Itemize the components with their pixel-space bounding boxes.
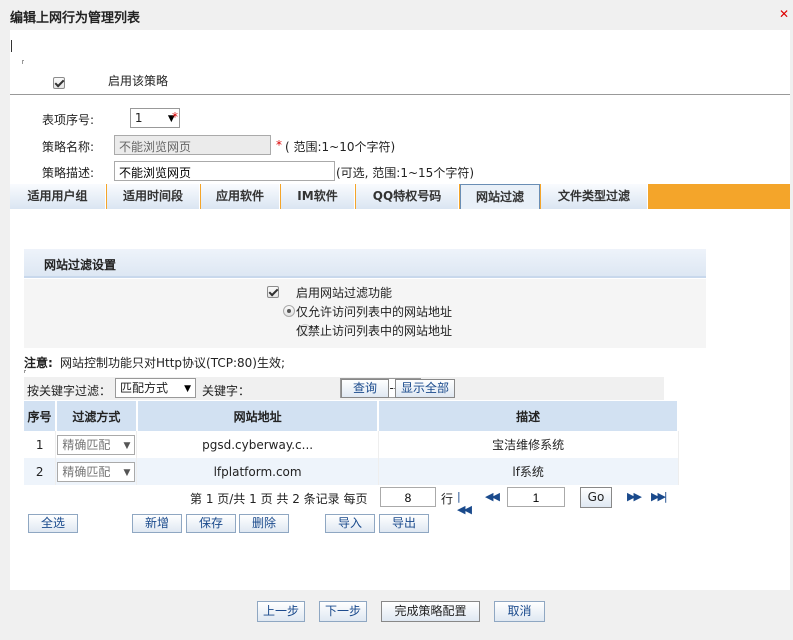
index-label: 表项序号:	[42, 113, 95, 127]
per-page-input[interactable]	[380, 487, 436, 507]
last-page-icon[interactable]: ▶▶|	[651, 490, 668, 503]
desc-hint: (可选, 范围:1~15个字符)	[336, 166, 474, 180]
row-mode-select[interactable]: 精确匹配 ▼	[57, 461, 136, 482]
enable-web-filter-label: 启用网站过滤功能	[296, 286, 393, 300]
chevron-down-icon: ▼	[184, 384, 191, 394]
pager-summary: 第 1 页/共 1 页 共 2 条记录 每页	[190, 492, 368, 506]
corner-mark	[24, 370, 26, 373]
index-value: 1	[134, 111, 143, 125]
tab-file-type-filter[interactable]: 文件类型过滤	[541, 184, 648, 209]
rows-unit: 行	[441, 492, 454, 506]
tab-app-software[interactable]: 应用软件	[201, 184, 280, 209]
select-all-button[interactable]: 全选	[28, 514, 78, 533]
note-text: 网站控制功能只对Http协议(TCP:80)生效;	[60, 356, 286, 370]
table-row[interactable]: 1 精确匹配 ▼ pgsd.cyberway.c... 宝洁维修系统	[24, 431, 679, 458]
next-step-button[interactable]: 下一步	[319, 601, 367, 622]
table-row[interactable]: 2 精确匹配 ▼ lfplatform.com lf系统	[24, 458, 679, 485]
row-url: lfplatform.com	[136, 458, 379, 485]
policy-desc-input[interactable]	[114, 161, 335, 181]
add-button[interactable]: 新增	[132, 514, 182, 533]
save-button[interactable]: 保存	[186, 514, 236, 533]
col-header-desc: 描述	[378, 401, 679, 431]
title-bar: 编辑上网行为管理列表 ✕	[0, 0, 793, 30]
import-button[interactable]: 导入	[325, 514, 375, 533]
page-number-input[interactable]	[507, 487, 565, 507]
filter-settings-box: 启用网站过滤功能 仅允许访问列表中的网站地址 仅禁止访问列表中的网站地址	[24, 279, 706, 348]
delete-button[interactable]: 删除	[239, 514, 289, 533]
chevron-down-icon: ▼	[123, 440, 131, 451]
match-mode-select[interactable]: 匹配方式 ▼	[115, 378, 196, 398]
row-desc: lf系统	[378, 458, 679, 485]
col-header-url: 网站地址	[136, 401, 380, 431]
window-title: 编辑上网行为管理列表	[10, 11, 141, 26]
desc-label: 策略描述:	[42, 166, 95, 180]
policy-name-input[interactable]	[114, 135, 271, 155]
name-hint: ( 范围:1~10个字符)	[285, 140, 396, 154]
tab-qq-privilege[interactable]: QQ特权号码	[356, 184, 459, 209]
tab-user-group[interactable]: 适用用户组	[10, 184, 106, 209]
dialog-panel: 启用该策略 表项序号: 1 ▼ * 策略名称: * ( 范围:1~10个字符) …	[10, 30, 790, 590]
row-mode-value: 精确匹配	[62, 437, 111, 452]
keyword-filter-label: 按关键字过滤：	[27, 384, 112, 398]
row-desc: 宝洁维修系统	[378, 431, 679, 458]
tab-im-software[interactable]: IM软件	[281, 184, 355, 209]
section-title: 网站过滤设置	[44, 258, 117, 272]
finish-policy-button[interactable]: 完成策略配置	[381, 601, 480, 622]
corner-mark	[22, 60, 24, 64]
row-mode-select[interactable]: 精确匹配 ▼	[57, 434, 136, 455]
required-star: *	[276, 138, 282, 152]
tab-time-range[interactable]: 适用时间段	[107, 184, 200, 209]
next-page-icon[interactable]: ▶▶	[627, 490, 642, 503]
prev-step-button[interactable]: 上一步	[257, 601, 305, 622]
divider	[10, 94, 790, 95]
first-page-icon[interactable]: |◀◀	[457, 490, 472, 516]
prev-page-icon[interactable]: ◀◀	[485, 490, 500, 503]
required-star: *	[172, 110, 178, 124]
tab-bar: 适用用户组 适用时间段 应用软件 IM软件 QQ特权号码 网站过滤 文件类型过滤	[10, 184, 790, 209]
row-index: 1	[24, 431, 57, 458]
row-mode-cell: 精确匹配 ▼	[55, 458, 138, 485]
col-header-mode: 过滤方式	[55, 401, 138, 431]
match-mode-value: 匹配方式	[120, 381, 169, 395]
note-label: 注意:	[24, 356, 53, 370]
col-header-index: 序号	[24, 401, 57, 431]
row-index: 2	[24, 458, 57, 485]
row-url: pgsd.cyberway.c...	[136, 431, 379, 458]
allow-only-radio[interactable]	[282, 304, 295, 317]
website-table: 序号 过滤方式 网站地址 描述 1 精确匹配 ▼ pgsd.cyberway.c.…	[24, 401, 679, 485]
enable-policy-label: 启用该策略	[108, 74, 169, 88]
enable-policy-checkbox[interactable]	[53, 76, 65, 89]
row-mode-value: 精确匹配	[62, 464, 111, 479]
text-cursor	[11, 40, 12, 52]
tab-website-filter[interactable]: 网站过滤	[460, 184, 540, 209]
allow-only-label: 仅允许访问列表中的网站地址	[296, 305, 453, 319]
cancel-button[interactable]: 取消	[494, 601, 545, 622]
name-label: 策略名称:	[42, 140, 95, 154]
table-header-row: 序号 过滤方式 网站地址 描述	[24, 401, 679, 431]
close-icon[interactable]: ✕	[779, 7, 789, 21]
enable-web-filter-checkbox[interactable]	[267, 285, 279, 298]
keyword-label: 关键字：	[202, 384, 251, 398]
go-button[interactable]: Go	[580, 487, 612, 508]
row-mode-cell: 精确匹配 ▼	[55, 431, 138, 458]
chevron-down-icon: ▼	[123, 467, 131, 478]
deny-only-label: 仅禁止访问列表中的网站地址	[296, 324, 453, 338]
export-button[interactable]: 导出	[379, 514, 429, 533]
section-header: 网站过滤设置	[24, 249, 706, 278]
keyword-filter-bar: 按关键字过滤： 匹配方式 ▼ 关键字： --请选择-- ▼ 查询 显示全部	[24, 377, 664, 400]
query-button[interactable]: 查询	[341, 379, 389, 398]
show-all-button[interactable]: 显示全部	[395, 379, 455, 398]
